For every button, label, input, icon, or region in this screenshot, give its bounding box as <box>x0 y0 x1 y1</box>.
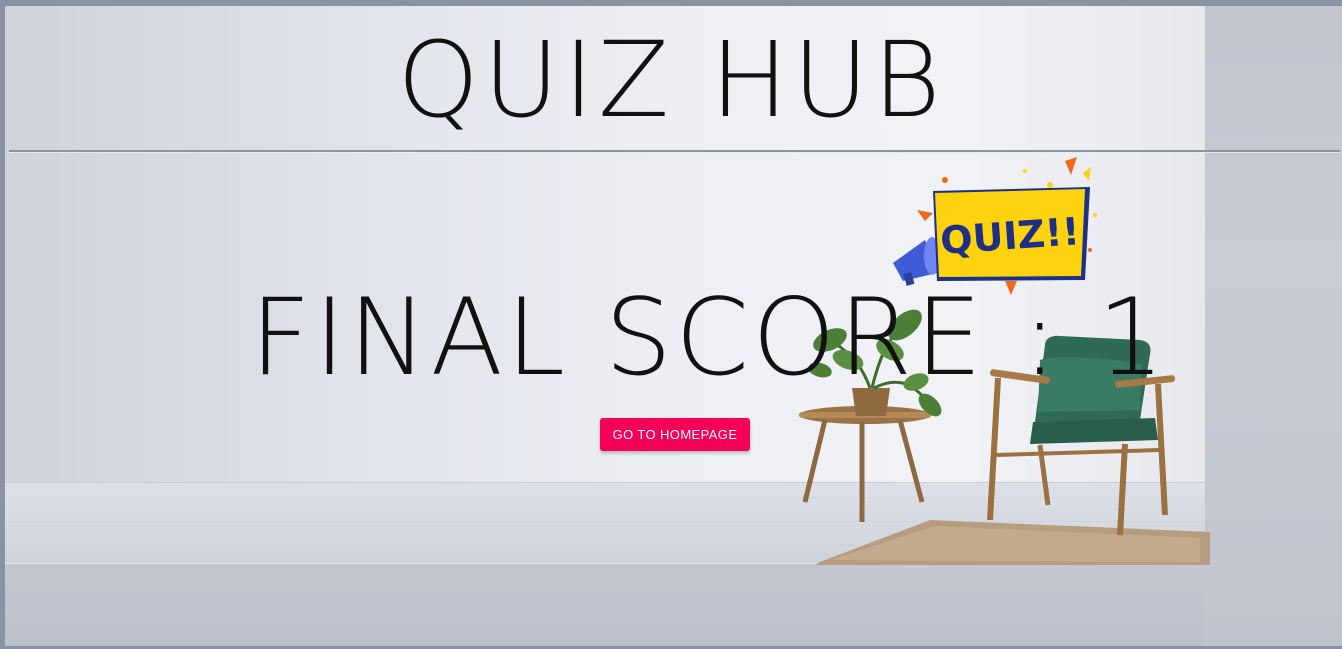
lower-band <box>5 563 1205 649</box>
header-divider <box>9 150 1340 153</box>
page-title: QUIZ HUB <box>397 19 945 141</box>
go-to-homepage-button[interactable]: GO TO HOMEPAGE <box>600 418 750 451</box>
side-table-icon <box>799 406 931 522</box>
top-border <box>0 0 1342 6</box>
final-score: FINAL SCORE : 1 <box>250 276 1168 399</box>
rug-icon <box>815 520 1210 565</box>
